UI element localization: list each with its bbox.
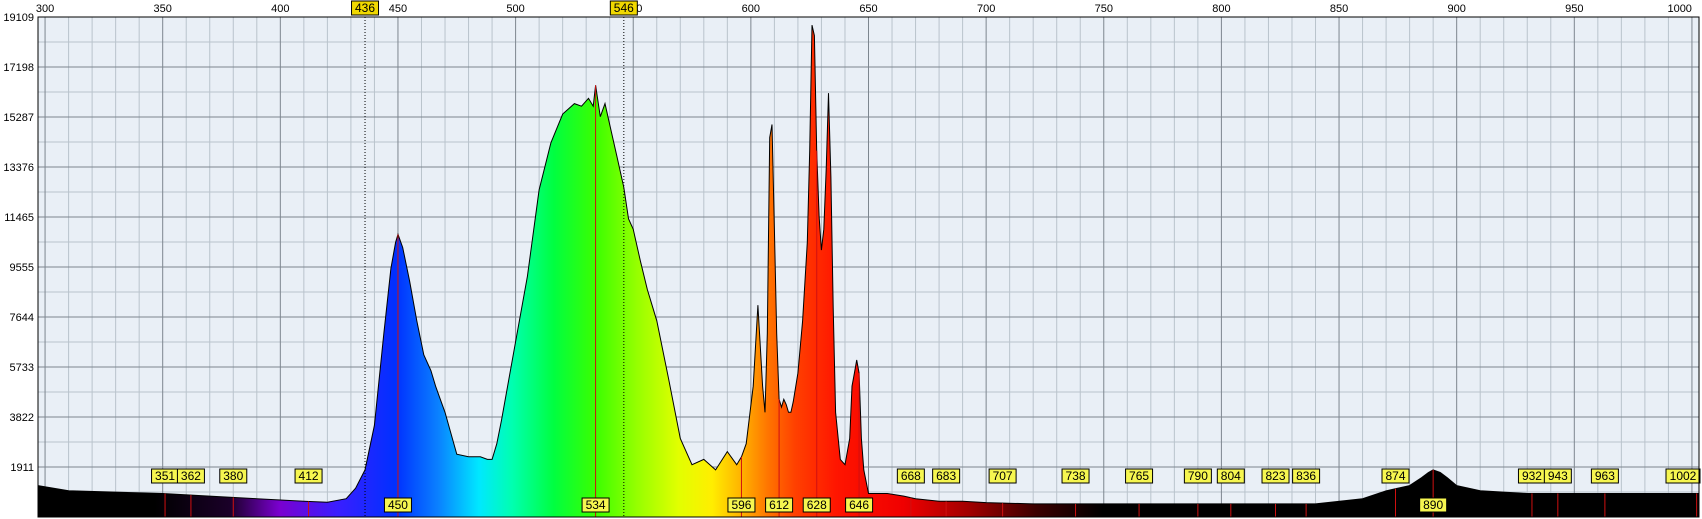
- peak-label: 836: [1296, 469, 1316, 483]
- y-tick-label: 13376: [3, 162, 34, 174]
- peak-label: 596: [731, 498, 751, 512]
- x-tick-label: 350: [154, 3, 172, 15]
- peak-label: 362: [181, 469, 201, 483]
- peak-label: 628: [807, 498, 827, 512]
- x-tick-label: 750: [1095, 3, 1113, 15]
- y-tick-label: 17198: [3, 62, 34, 74]
- peak-label: 668: [901, 469, 921, 483]
- peak-label: 765: [1129, 469, 1149, 483]
- peak-label: 804: [1221, 469, 1241, 483]
- y-tick-label: 19109: [3, 12, 34, 24]
- x-tick-label: 300: [36, 3, 54, 15]
- x-tick-label: 850: [1330, 3, 1348, 15]
- x-tick-label: 700: [977, 3, 995, 15]
- peak-label: 412: [299, 469, 319, 483]
- peak-label: 738: [1066, 469, 1086, 483]
- spectrum-chart: 3003504004505005506006507007508008509009…: [3, 0, 1701, 518]
- x-tick-label: 400: [271, 3, 289, 15]
- peak-label: 874: [1385, 469, 1405, 483]
- y-tick-label: 5733: [10, 362, 34, 374]
- y-tick-label: 11465: [4, 212, 34, 224]
- peak-label: 534: [586, 498, 606, 512]
- y-tick-label: 7644: [10, 312, 34, 324]
- y-tick-label: 9555: [10, 262, 34, 274]
- x-tick-label: 1000: [1667, 3, 1691, 15]
- x-tick-label: 450: [389, 3, 407, 15]
- x-tick-label: 800: [1212, 3, 1230, 15]
- y-tick-label: 1911: [10, 462, 34, 474]
- x-tick-label: 600: [742, 3, 760, 15]
- peak-label: 1002: [1670, 469, 1697, 483]
- peak-label: 932: [1522, 469, 1542, 483]
- peak-label: 943: [1548, 469, 1568, 483]
- peak-label: 351: [155, 469, 175, 483]
- marker-label: 436: [355, 1, 375, 15]
- peak-label: 823: [1266, 469, 1286, 483]
- x-tick-label: 900: [1447, 3, 1465, 15]
- y-tick-label: 3822: [10, 412, 34, 424]
- y-tick-label: 15287: [3, 112, 34, 124]
- x-axis-ticks: 3003504004505005506006507007508008509009…: [36, 3, 1692, 15]
- x-tick-label: 950: [1565, 3, 1583, 15]
- peak-label: 646: [849, 498, 869, 512]
- y-axis-ticks: 1911 3822 5733 7644 9555 11465 13376 15287 17198…: [3, 12, 34, 474]
- peak-label: 380: [223, 469, 243, 483]
- peak-label: 707: [993, 469, 1013, 483]
- peak-label: 450: [388, 498, 408, 512]
- peak-label: 612: [769, 498, 789, 512]
- peak-label: 963: [1595, 469, 1615, 483]
- peak-label: 683: [936, 469, 956, 483]
- peak-label: 890: [1423, 498, 1443, 512]
- marker-label: 546: [614, 1, 634, 15]
- x-tick-label: 650: [859, 3, 877, 15]
- peak-label: 790: [1188, 469, 1208, 483]
- x-tick-label: 500: [506, 3, 524, 15]
